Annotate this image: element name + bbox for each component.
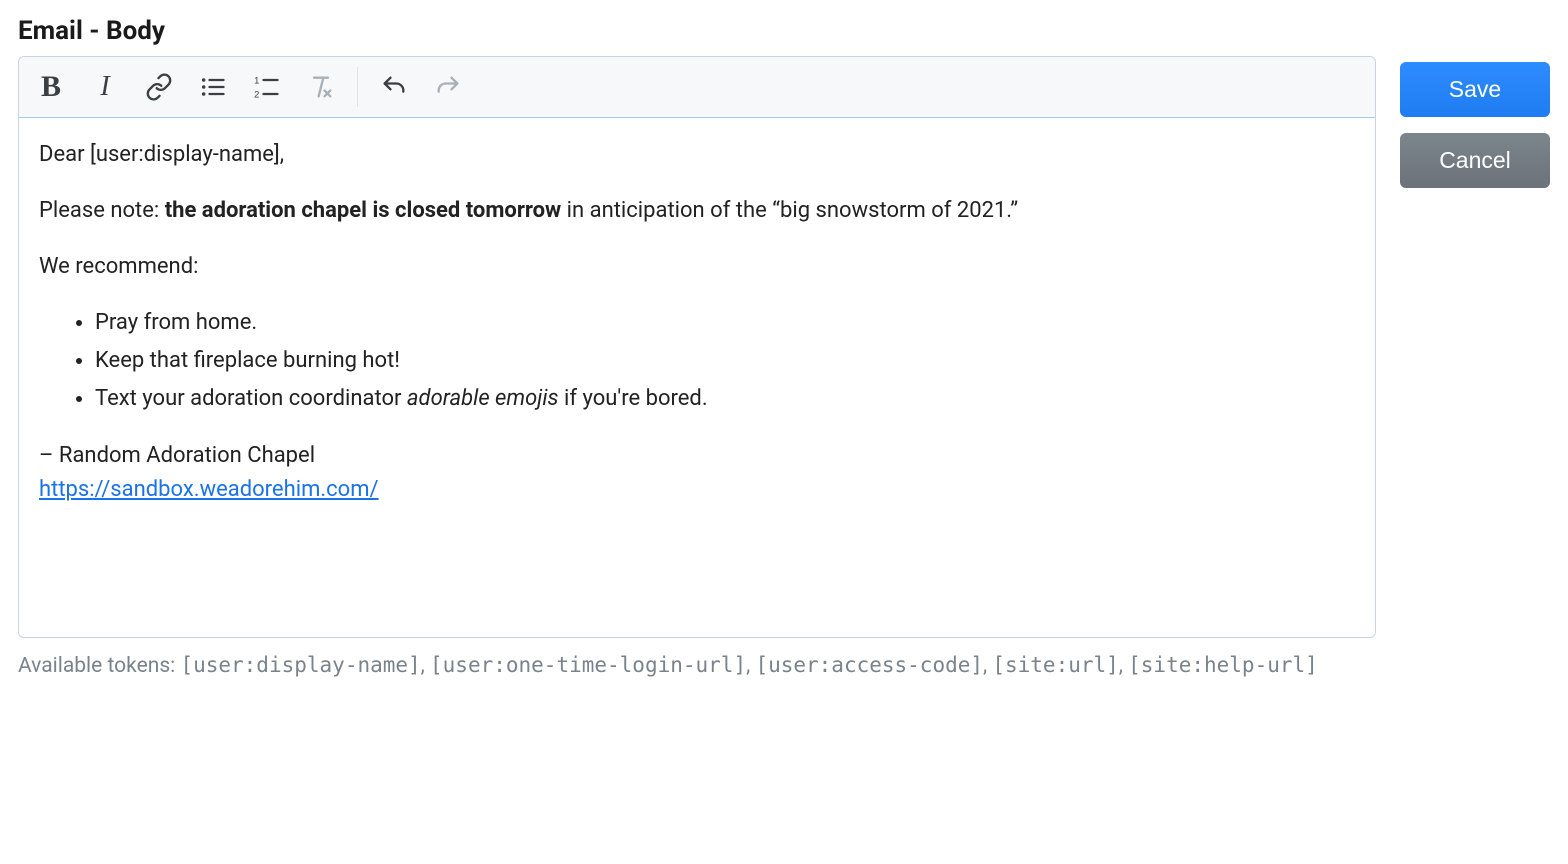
token: [user:display-name]: [180, 653, 420, 677]
token: [site:url]: [992, 653, 1118, 677]
site-link[interactable]: https://sandbox.weadorehim.com/: [39, 477, 379, 502]
recommend-intro: We recommend:: [39, 250, 1355, 284]
link-button[interactable]: [133, 61, 185, 113]
redo-icon: [434, 73, 462, 101]
list-item: Keep that fireplace burning hot!: [95, 344, 1355, 378]
bold-button[interactable]: B: [25, 61, 77, 113]
svg-text:1: 1: [254, 76, 259, 86]
save-button[interactable]: Save: [1400, 62, 1550, 117]
redo-button[interactable]: [422, 61, 474, 113]
toolbar-separator: [357, 67, 358, 107]
italic-button[interactable]: I: [79, 61, 131, 113]
list-item-suffix: if you're bored.: [559, 386, 708, 411]
notice-prefix: Please note:: [39, 198, 165, 223]
list-item: Pray from home.: [95, 306, 1355, 340]
editor-content[interactable]: Dear [user:display-name], Please note: t…: [19, 117, 1375, 637]
bullet-list-icon: [199, 73, 227, 101]
editor-toolbar: B I 12: [19, 57, 1375, 118]
link-icon: [145, 73, 173, 101]
undo-button[interactable]: [368, 61, 420, 113]
numbered-list-button[interactable]: 12: [241, 61, 293, 113]
rich-text-editor: B I 12: [18, 56, 1376, 638]
token: [user:one-time-login-url]: [430, 653, 746, 677]
recommend-list: Pray from home. Keep that fireplace burn…: [39, 306, 1355, 416]
token: [site:help-url]: [1128, 653, 1318, 677]
tokens-help: Available tokens: [user:display-name], […: [18, 650, 1376, 683]
notice-suffix: in anticipation of the “big snowstorm of…: [561, 198, 1018, 223]
list-item-italic: adorable emojis: [407, 386, 559, 411]
list-item: Text your adoration coordinator adorable…: [95, 382, 1355, 416]
svg-text:2: 2: [254, 90, 259, 100]
signoff: – Random Adoration Chapel https://sandbo…: [39, 439, 1355, 507]
clear-format-button[interactable]: [295, 61, 347, 113]
notice-paragraph: Please note: the adoration chapel is clo…: [39, 194, 1355, 228]
numbered-list-icon: 12: [253, 73, 281, 101]
token: [user:access-code]: [755, 653, 983, 677]
tokens-label: Available tokens:: [18, 654, 180, 678]
list-item-prefix: Text your adoration coordinator: [95, 386, 407, 411]
page-title: Email - Body: [18, 16, 1376, 46]
signoff-text: – Random Adoration Chapel: [39, 443, 315, 468]
cancel-button[interactable]: Cancel: [1400, 133, 1550, 188]
greeting-line: Dear [user:display-name],: [39, 138, 1355, 172]
clear-format-icon: [307, 73, 335, 101]
notice-bold: the adoration chapel is closed tomorrow: [165, 198, 562, 223]
bullet-list-button[interactable]: [187, 61, 239, 113]
undo-icon: [380, 73, 408, 101]
